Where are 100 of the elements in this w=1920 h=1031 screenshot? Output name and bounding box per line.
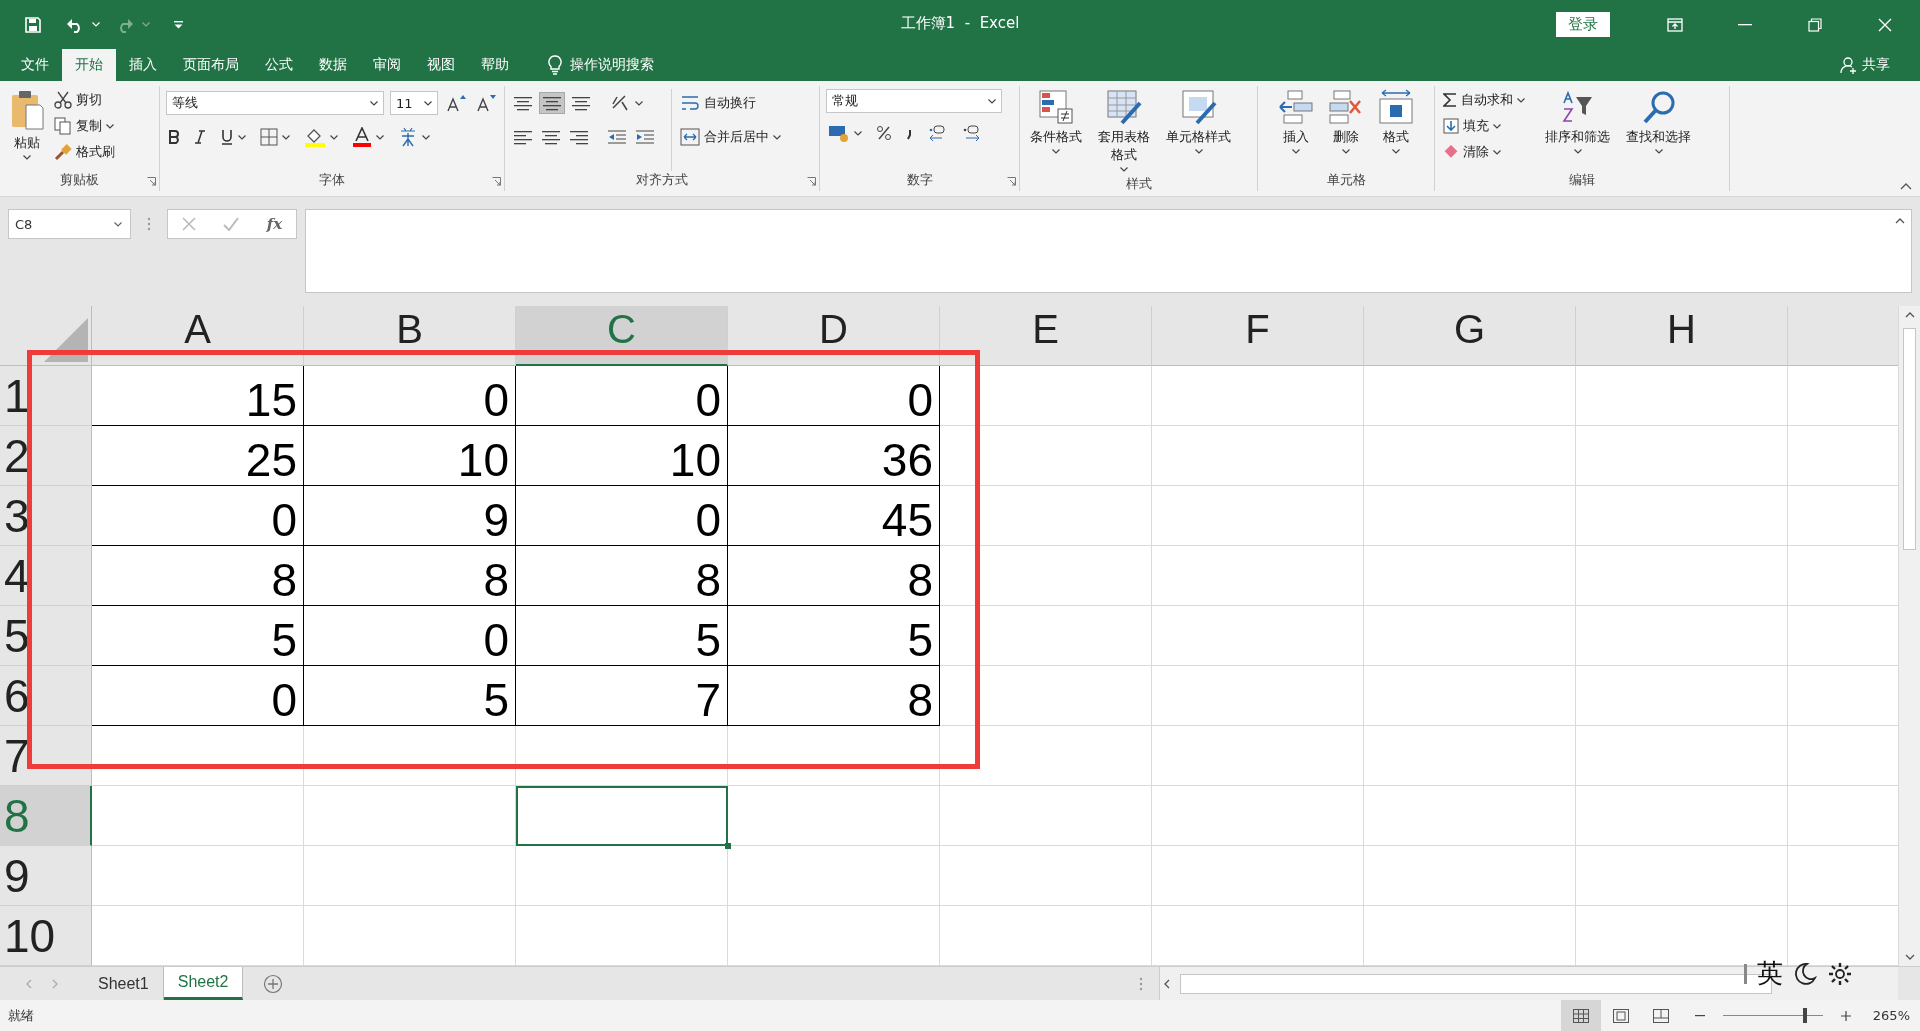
select-all-icon [44, 318, 88, 362]
row-header[interactable]: 4 [0, 546, 92, 606]
row-header[interactable]: 5 [0, 606, 92, 666]
column-header[interactable]: H [1576, 306, 1788, 366]
row-header[interactable]: 9 [0, 846, 92, 906]
grid-view-icon [1572, 1008, 1589, 1023]
table-cell: 10 [304, 426, 516, 486]
caret-icon [1342, 149, 1350, 154]
table-cell: 8 [516, 546, 728, 606]
number-format-field[interactable]: 常规 [826, 89, 1002, 113]
caret-icon [424, 100, 432, 106]
clear-button[interactable]: 清除 [1441, 141, 1527, 163]
share-button[interactable]: 共享 [1834, 49, 1896, 81]
table-cell: 7 [516, 666, 728, 726]
decrease-indent-button[interactable] [605, 127, 629, 147]
middle-align-button[interactable] [539, 92, 565, 114]
bold-button[interactable] [166, 128, 182, 146]
ribbon-tab[interactable]: 帮助 [468, 49, 522, 81]
font-color-button[interactable] [350, 125, 386, 149]
ribbon-tab[interactable]: 公式 [252, 49, 306, 81]
ribbon-tab[interactable]: 审阅 [360, 49, 414, 81]
caret-icon [635, 100, 643, 106]
caret-icon [1517, 97, 1525, 103]
ribbon-tab[interactable]: 文件 [8, 49, 62, 81]
column-header[interactable]: B [304, 306, 516, 366]
increase-indent-button[interactable] [633, 127, 657, 147]
row-header[interactable]: 10 [0, 906, 92, 966]
fill-down-icon [1443, 118, 1459, 134]
delete-cells-button[interactable]: 删除 [1324, 86, 1368, 171]
increase-font-icon [446, 94, 466, 112]
drag-handle-icon [147, 217, 151, 231]
status-text: 就绪 [8, 1006, 34, 1025]
row-header[interactable]: 6 [0, 666, 92, 726]
conditional-format-icon [1038, 89, 1074, 125]
caret-icon [1052, 149, 1060, 154]
cut-button[interactable]: 剪切 [52, 89, 117, 111]
copy-button[interactable]: 复制 [52, 115, 117, 137]
ribbon-tab[interactable]: 视图 [414, 49, 468, 81]
ribbon-tab[interactable]: 页面布局 [170, 49, 252, 81]
check-icon [223, 217, 240, 231]
sort-filter-button[interactable]: 排序和筛选 [1541, 86, 1614, 171]
vertical-scrollbar[interactable] [1898, 306, 1920, 966]
column-header[interactable]: F [1152, 306, 1364, 366]
format-painter-button[interactable]: 格式刷 [52, 141, 117, 163]
group-label: 剪贴板 [59, 171, 100, 189]
conditional-formatting-button[interactable]: 条件格式 [1026, 86, 1086, 175]
borders-button[interactable] [258, 126, 292, 148]
decrease-font-button[interactable] [474, 92, 498, 114]
group-label: 样式 [1124, 175, 1153, 193]
merge-center-button[interactable]: 合并后居中 [678, 123, 783, 151]
paste-button[interactable]: 粘贴 [6, 86, 48, 171]
merge-cells-icon [680, 128, 700, 146]
increase-decimal-icon [928, 123, 948, 143]
italic-button[interactable] [192, 128, 208, 146]
table-cell: 0 [92, 486, 304, 546]
sheet-tab[interactable]: Sheet2 [163, 967, 244, 1000]
ime-mode[interactable]: 英 [1757, 956, 1783, 991]
table-cell: 0 [304, 366, 516, 426]
insert-cells-button[interactable]: 插入 [1274, 86, 1318, 171]
zoom-slider-thumb[interactable] [1802, 1008, 1807, 1023]
fill-button[interactable]: 填充 [1441, 115, 1527, 137]
format-cells-button[interactable]: 格式 [1374, 86, 1418, 171]
autosum-button[interactable]: 自动求和 [1441, 89, 1527, 111]
scrollbar-thumb[interactable] [1903, 328, 1916, 550]
row-header[interactable]: 7 [0, 726, 92, 786]
caret-icon [114, 221, 122, 227]
percent-button[interactable] [874, 123, 894, 143]
column-header[interactable]: E [940, 306, 1152, 366]
zoom-level[interactable]: 265% [1872, 1008, 1910, 1023]
row-header[interactable]: 2 [0, 426, 92, 486]
font-size-field[interactable]: 11 [390, 91, 438, 115]
insert-function-button[interactable]: fx [266, 215, 283, 233]
column-header[interactable]: C [516, 306, 728, 366]
find-select-button[interactable]: 查找和选择 [1622, 86, 1695, 171]
tell-me-search[interactable]: 操作说明搜索 [542, 49, 660, 81]
name-box[interactable]: C8 [8, 209, 131, 239]
ribbon-tab[interactable]: 开始 [62, 49, 116, 81]
underline-icon [220, 129, 234, 145]
column-header[interactable]: D [728, 306, 940, 366]
row-header[interactable]: 1 [0, 366, 92, 426]
decrease-font-icon [476, 94, 496, 112]
wrap-text-button[interactable]: 自动换行 [678, 89, 783, 117]
sign-in-button[interactable]: 登录 [1556, 12, 1610, 37]
caret-icon [1292, 149, 1300, 154]
drag-handle-icon [1744, 963, 1747, 984]
format-as-table-button[interactable]: 套用表格格式 [1088, 86, 1160, 175]
caret-icon [23, 155, 31, 160]
column-header[interactable]: G [1364, 306, 1576, 366]
ribbon-tab[interactable]: 数据 [306, 49, 360, 81]
increase-indent-icon [635, 129, 655, 145]
cell-styles-button[interactable]: 单元格样式 [1162, 86, 1235, 175]
row-header[interactable]: 8 [0, 786, 92, 846]
row-header[interactable]: 3 [0, 486, 92, 546]
selected-cell[interactable] [516, 786, 728, 846]
caret-icon [92, 22, 100, 27]
font-name-field[interactable]: 等线 [166, 91, 384, 115]
formula-input[interactable] [305, 209, 1912, 293]
ribbon-tab[interactable]: 插入 [116, 49, 170, 81]
column-header[interactable]: A [92, 306, 304, 366]
normal-view-button[interactable] [1560, 1000, 1601, 1031]
